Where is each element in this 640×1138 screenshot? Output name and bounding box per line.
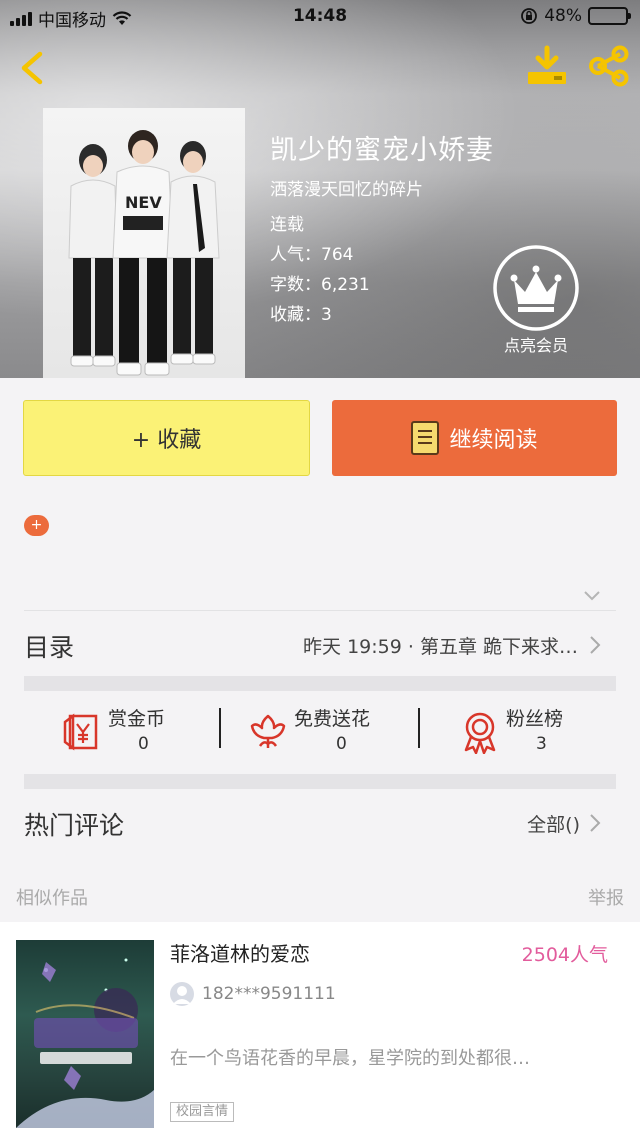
recommendation-author: 182***9591111 — [202, 984, 336, 1004]
send-flowers[interactable]: 免费送花 0 — [248, 704, 418, 764]
book-status: 连载 — [270, 215, 304, 235]
toc-label: 目录 — [24, 633, 75, 662]
stat-label: 粉丝榜 — [506, 708, 564, 730]
genre-tag[interactable]: 校园言情 — [170, 1102, 235, 1122]
continue-reading-button[interactable]: 继续阅读 — [332, 400, 617, 476]
recommendation-title: 菲洛道林的爱恋 — [170, 942, 310, 966]
section-separator — [24, 676, 616, 691]
vip-label: 点亮会员 — [503, 336, 568, 355]
flower-icon — [250, 714, 286, 748]
book-header: 中国移动 14:48 48% NEV 凯少的蜜宠小娇妻 洒落漫天回忆的碎片 连载… — [0, 0, 640, 378]
user-icon — [173, 986, 191, 1004]
stat-label: 免费送花 — [294, 708, 371, 730]
hot-comments-title: 热门评论 — [24, 811, 125, 840]
fan-ranking[interactable]: 粉丝榜 3 — [460, 704, 600, 764]
recommendation-description: 在一个鸟语花香的早晨，星学院的到处都很… — [170, 1048, 530, 1069]
book-author[interactable]: 洒落漫天回忆的碎片 — [270, 175, 423, 200]
popularity-value: 764 — [321, 245, 354, 265]
divider — [24, 610, 616, 611]
avatar — [170, 982, 194, 1006]
book-icon — [411, 421, 440, 455]
favorites-value: 3 — [321, 305, 332, 325]
download-icon[interactable] — [524, 44, 570, 88]
stat-value: 0 — [138, 734, 149, 754]
continue-reading-label: 继续阅读 — [449, 428, 538, 453]
stats-row: 赏金币 0 免费送花 0 粉丝榜 3 — [0, 692, 640, 774]
crown-icon — [493, 245, 579, 331]
add-tag-button[interactable]: + — [24, 515, 49, 536]
cover-image: NEV — [68, 130, 220, 376]
list-item[interactable]: 菲洛道林的爱恋 2504人气 182***9591111 在一个鸟语花香的早晨，… — [0, 922, 640, 1138]
divider — [418, 708, 420, 748]
latest-chapter: 昨天 19:59 · 第五章 跪下来求… — [303, 636, 578, 658]
similar-works-label: 相似作品 — [16, 888, 88, 909]
red-envelope-icon — [63, 713, 98, 751]
status-bar: 中国移动 14:48 48% — [0, 0, 640, 34]
chevron-down-icon[interactable] — [582, 588, 602, 602]
words-label: 字数： — [270, 275, 321, 295]
section-separator — [24, 774, 616, 789]
recommendation-cover[interactable] — [16, 940, 154, 1128]
status-right: 48% — [520, 6, 631, 26]
chevron-right-icon[interactable] — [588, 812, 602, 834]
book-cover[interactable]: NEV — [43, 108, 245, 378]
divider — [219, 708, 221, 748]
cover-image — [16, 958, 154, 1128]
all-comments-link[interactable]: 全部() — [527, 810, 580, 837]
chevron-left-icon[interactable] — [14, 48, 50, 88]
battery-percent: 48% — [544, 6, 582, 26]
book-favorites: 收藏：3 — [270, 300, 332, 325]
report-link[interactable]: 举报 — [588, 884, 624, 910]
words-value: 6,231 — [321, 275, 370, 295]
vip-badge[interactable]: 点亮会员 — [490, 244, 582, 356]
favorites-label: 收藏： — [270, 305, 321, 325]
add-favorite-label: + 收藏 — [131, 428, 202, 453]
stat-label: 赏金币 — [108, 708, 166, 730]
add-favorite-button[interactable]: + 收藏 — [23, 400, 310, 476]
book-title: 凯少的蜜宠小娇妻 — [270, 135, 494, 166]
stat-value: 0 — [336, 734, 347, 754]
chevron-right-icon — [590, 636, 601, 654]
recommendation-popularity: 2504人气 — [521, 944, 608, 966]
table-of-contents-row[interactable]: 目录 昨天 19:59 · 第五章 跪下来求… — [0, 612, 640, 676]
popularity-label: 人气： — [270, 245, 321, 265]
orientation-lock-icon — [521, 8, 538, 24]
book-word-count: 字数：6,231 — [270, 270, 370, 295]
medal-icon — [464, 712, 496, 754]
share-icon[interactable] — [586, 44, 632, 88]
reward-coins[interactable]: 赏金币 0 — [62, 704, 212, 764]
book-popularity: 人气：764 — [270, 240, 353, 265]
battery-icon — [588, 7, 631, 25]
stat-value: 3 — [536, 734, 547, 754]
svg-text:NEV: NEV — [125, 193, 162, 212]
